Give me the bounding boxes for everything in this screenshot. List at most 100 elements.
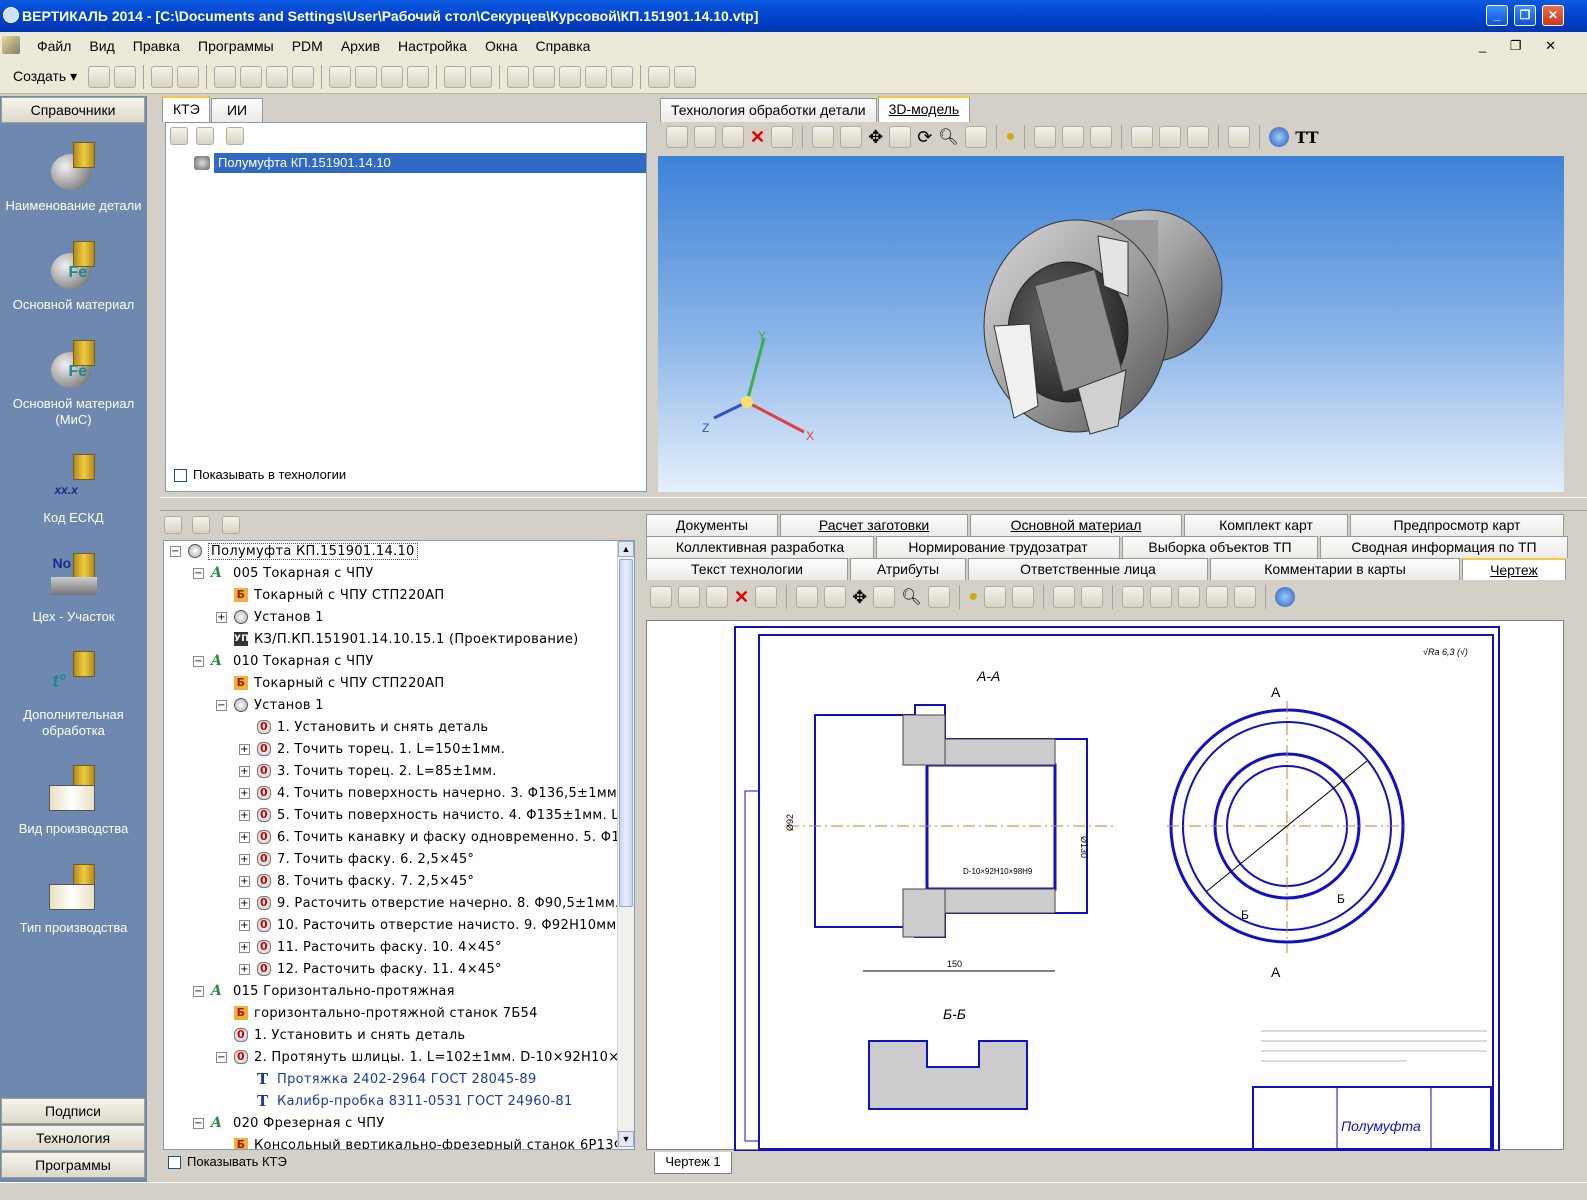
tree-row[interactable]: Б Токарный с ЧПУ СТП220АП [234, 585, 445, 607]
ref-main-material-mis[interactable]: Fe Основной материал (МиС) [0, 338, 147, 428]
menu-archive[interactable]: Архив [332, 38, 389, 54]
tab-doc-row3-2[interactable]: Ответственные лица [968, 558, 1208, 580]
menu-pdm[interactable]: PDM [283, 38, 332, 54]
tool-4-icon[interactable] [407, 65, 430, 88]
tab-doc-row3-4[interactable]: Чертеж [1462, 558, 1566, 580]
tree-row[interactable]: +0 7. Точить фаску. 6. 2,5×45° [239, 849, 474, 871]
ref-production-view[interactable]: Вид производства [0, 763, 147, 837]
ref-part-name[interactable]: Наименование детали [0, 140, 147, 214]
drawing-view[interactable]: А-А 150 Ø92 Ø130 D-10×92Н10×98Н9 А Б Б А… [646, 620, 1564, 1151]
tree-row[interactable]: +0 9. Расточить отверстие начерно. 8. Φ90… [239, 893, 634, 915]
collapse-node-icon[interactable]: − [216, 1052, 227, 1063]
tab-doc-row3-1[interactable]: Атрибуты [850, 558, 966, 580]
new-icon[interactable] [666, 126, 688, 148]
tree-row[interactable]: T Протяжка 2402-2964 ГОСТ 28045-89 [257, 1069, 537, 1091]
window-layout-3-icon[interactable] [559, 65, 582, 88]
expand-node-icon[interactable]: + [239, 810, 250, 821]
edit-icon[interactable] [722, 126, 744, 148]
light-icon[interactable]: ● [1006, 128, 1016, 146]
menu-file[interactable]: Файл [28, 38, 80, 54]
tree-filter-icon[interactable] [226, 127, 244, 145]
mdi-controls[interactable]: _ ❐ ✕ [1470, 38, 1575, 54]
tree-row[interactable]: 0 1. Установить и снять деталь [257, 717, 488, 739]
tree-row[interactable]: − A 005 Токарная с ЧПУ [193, 563, 374, 585]
dwg-gears-icon[interactable] [1053, 586, 1076, 608]
tab-doc-row2-0[interactable]: Коллективная разработка [646, 536, 874, 558]
dwg-measure-icon[interactable] [1234, 586, 1257, 608]
window-layout-5-icon[interactable] [611, 65, 634, 88]
tab-doc-row1-3[interactable]: Комплект карт [1184, 514, 1348, 536]
tree-row[interactable]: +0 11. Расточить фаску. 10. 4×45° [239, 937, 502, 959]
dwg-screen-icon[interactable] [927, 586, 950, 608]
tree-collapse-icon[interactable] [196, 127, 214, 145]
app-menu-icon[interactable] [2, 36, 20, 54]
collapse-node-icon[interactable]: − [193, 568, 204, 579]
tree-row[interactable]: −0 2. Протянуть шлицы. 1. L=102±1мм. D-10… [216, 1047, 634, 1069]
expand-node-icon[interactable]: + [239, 920, 250, 931]
tp-scroll-thumb[interactable] [619, 559, 633, 907]
tree-row[interactable]: − Установ 1 [216, 695, 324, 717]
tool-2-icon[interactable] [355, 65, 378, 88]
tool-3-icon[interactable] [381, 65, 404, 88]
tab-doc-row2-3[interactable]: Сводная информация по ТП [1320, 536, 1568, 558]
tree-row[interactable]: − Полумуфта КП.151901.14.10 [170, 541, 418, 563]
eraser-icon[interactable] [648, 65, 671, 88]
programs-button[interactable]: Программы [1, 1152, 145, 1178]
dwg-zoom-fit-icon[interactable] [873, 586, 896, 608]
check-icon[interactable] [771, 126, 794, 148]
copy-view-icon[interactable] [812, 126, 835, 148]
tree-row[interactable]: Б Токарный с ЧПУ СТП220АП [234, 673, 445, 695]
tab-doc-row2-2[interactable]: Выборка объектов ТП [1122, 536, 1318, 558]
dwg-light-icon[interactable]: ● [969, 588, 979, 606]
expand-node-icon[interactable]: + [216, 612, 227, 623]
menu-help[interactable]: Справка [527, 38, 600, 54]
dwg-new-icon[interactable] [650, 586, 672, 608]
tab-kte[interactable]: КТЭ [162, 96, 210, 122]
tab-doc-row1-2[interactable]: Основной материал [970, 514, 1182, 536]
expand-node-icon[interactable]: + [239, 942, 250, 953]
dwg-zoom-icon[interactable]: 🔍︎ [901, 587, 921, 607]
expand-node-icon[interactable]: + [239, 766, 250, 777]
tree-row[interactable]: T Калибр-пробка 8311-0531 ГОСТ 24960-81 [257, 1091, 573, 1113]
tab-ii[interactable]: ИИ [211, 98, 263, 122]
expand-node-icon[interactable]: + [239, 788, 250, 799]
ref-production-type[interactable]: Тип производства [0, 862, 147, 936]
save-icon[interactable] [114, 65, 137, 88]
collapse-node-icon[interactable]: − [193, 1118, 204, 1129]
kte-root-item[interactable]: Полумуфта КП.151901.14.10 [214, 153, 646, 173]
menu-windows[interactable]: Окна [476, 38, 527, 54]
paste-icon[interactable] [266, 65, 289, 88]
tree-row[interactable]: УП КЗ/П.КП.151901.14.10.15.1 (Проектирова… [234, 629, 579, 651]
tab-doc-row2-1[interactable]: Нормирование трудозатрат [876, 536, 1120, 558]
ref-workshop[interactable]: No Цех - Участок [0, 551, 147, 625]
tp-tree[interactable]: − Полумуфта КП.151901.14.10− A 005 Токарная… [163, 540, 635, 1150]
menu-programs[interactable]: Программы [189, 38, 283, 54]
kompas-icon[interactable] [444, 65, 467, 88]
tree-row[interactable]: − A 020 Фрезерная с ЧПУ [193, 1113, 385, 1135]
tree-row[interactable]: +0 3. Точить торец. 2. L=85±1мм. [239, 761, 497, 783]
database-icon[interactable] [470, 65, 493, 88]
tab-doc-row3-3[interactable]: Комментарии в карты [1210, 558, 1460, 580]
dwg-import-2-icon[interactable] [1150, 586, 1173, 608]
close-button[interactable]: ✕ [1542, 5, 1564, 26]
export-icon[interactable] [674, 65, 697, 88]
rotate-icon[interactable]: ⟳ [917, 127, 932, 148]
ref-main-material[interactable]: Fe Основной материал [0, 239, 147, 313]
tree-row[interactable]: − A 010 Токарная с ЧПУ [193, 651, 374, 673]
expand-node-icon[interactable]: + [239, 898, 250, 909]
ref-eskd-code[interactable]: xx.x Код ЕСКД [0, 452, 147, 526]
delete-icon[interactable]: ✕ [750, 127, 765, 148]
show-in-tech-checkbox[interactable]: Показывать в технологии [174, 467, 346, 483]
menu-settings[interactable]: Настройка [389, 38, 476, 54]
tree-row[interactable]: +0 8. Точить фаску. 7. 2,5×45° [239, 871, 474, 893]
minimize-button[interactable]: _ [1486, 5, 1508, 26]
tp-scrollbar[interactable]: ▲ ▼ [617, 541, 634, 1149]
tab-doc-row3-0[interactable]: Текст технологии [646, 558, 848, 580]
window-layout-4-icon[interactable] [585, 65, 608, 88]
dwg-pan-icon[interactable]: ✥ [852, 587, 867, 608]
zoom-fit-icon[interactable] [889, 126, 912, 148]
tool-1-icon[interactable] [329, 65, 352, 88]
dwg-check-icon[interactable] [755, 586, 778, 608]
tree-row[interactable]: +0 4. Точить поверхность начерно. 3. Φ136… [239, 783, 634, 805]
collapse-node-icon[interactable]: − [170, 546, 181, 557]
